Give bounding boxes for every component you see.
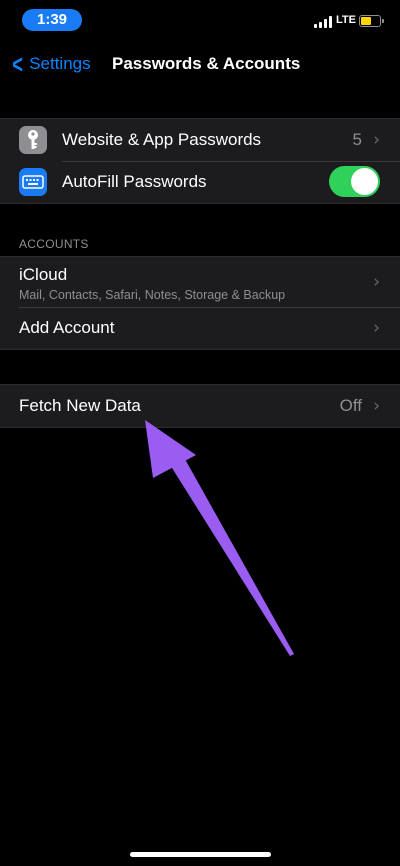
autofill-passwords-row: AutoFill Passwords: [0, 161, 400, 203]
icloud-row[interactable]: iCloud Mail, Contacts, Safari, Notes, St…: [0, 257, 400, 307]
autofill-passwords-label: AutoFill Passwords: [62, 172, 207, 191]
accounts-group: iCloud Mail, Contacts, Safari, Notes, St…: [0, 256, 400, 350]
keyboard-icon: [19, 168, 47, 196]
back-label: Settings: [29, 54, 91, 73]
status-bar: 1:39 LTE: [0, 0, 400, 44]
network-type: LTE: [336, 14, 356, 26]
home-indicator[interactable]: [130, 852, 271, 857]
passwords-group: Website & App Passwords 5 › AutoFill Pas…: [0, 118, 400, 204]
annotation-arrow-head: [145, 420, 196, 478]
website-app-passwords-label: Website & App Passwords: [62, 130, 262, 149]
accounts-section-header: ACCOUNTS: [19, 237, 89, 251]
toggle-knob: [351, 168, 378, 195]
battery-cap: [382, 19, 384, 23]
icloud-subtitle: Mail, Contacts, Safari, Notes, Storage &…: [19, 288, 286, 302]
navigation-bar: < Settings Passwords & Accounts: [0, 44, 400, 84]
website-app-passwords-row[interactable]: Website & App Passwords 5 ›: [0, 119, 400, 161]
battery-icon: [359, 15, 381, 27]
fetch-group: Fetch New Data Off ›: [0, 384, 400, 428]
autofill-passwords-toggle[interactable]: [329, 166, 380, 197]
key-icon: [19, 126, 47, 154]
chevron-right-icon: ›: [373, 130, 380, 150]
back-chevron-icon: <: [12, 49, 23, 79]
fetch-new-data-row[interactable]: Fetch New Data Off ›: [0, 385, 400, 427]
chevron-right-icon: ›: [373, 272, 380, 292]
annotation-arrow-shaft: [167, 452, 294, 656]
status-time[interactable]: 1:39: [22, 9, 82, 31]
chevron-right-icon: ›: [373, 396, 380, 416]
back-button[interactable]: < Settings: [10, 49, 91, 79]
battery-level: [361, 17, 371, 25]
fetch-new-data-label: Fetch New Data: [19, 396, 141, 415]
page-title: Passwords & Accounts: [112, 54, 301, 73]
add-account-label: Add Account: [19, 318, 115, 337]
fetch-new-data-value: Off: [339, 396, 362, 415]
chevron-right-icon: ›: [373, 318, 380, 338]
icloud-label: iCloud: [19, 265, 68, 284]
passwords-count: 5: [352, 130, 362, 149]
add-account-row[interactable]: Add Account ›: [0, 307, 400, 349]
cellular-signal-icon: [314, 16, 332, 28]
